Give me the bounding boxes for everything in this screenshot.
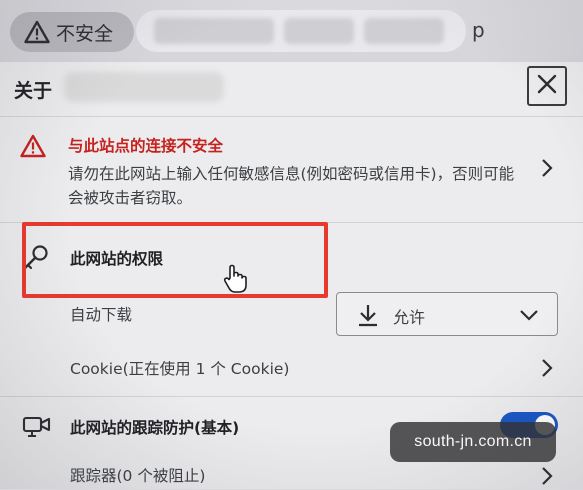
about-site-title: 关于 bbox=[14, 80, 53, 102]
trackers-item[interactable]: 跟踪器(0 个被阻止) bbox=[0, 458, 583, 489]
tracking-prevention-icon bbox=[22, 414, 52, 442]
site-permissions-label: 此网站的权限 bbox=[70, 250, 164, 268]
divider bbox=[0, 396, 583, 397]
tracking-prevention-label: 此网站的跟踪防护(基本) bbox=[70, 419, 240, 437]
connection-warning-title: 与此站点的连接不安全 bbox=[68, 137, 224, 155]
connection-warning-item[interactable]: 与此站点的连接不安全 请勿在此网站上输入任何敏感信息(例如密码或信用卡)，否则可… bbox=[0, 120, 583, 216]
warning-triangle-icon bbox=[24, 20, 50, 44]
watermark: south-jn.com.cn bbox=[390, 422, 556, 462]
hand-cursor-icon bbox=[222, 264, 248, 298]
chevron-right-icon bbox=[540, 358, 554, 382]
chevron-right-icon bbox=[540, 466, 554, 490]
connection-warning-text: 请勿在此网站上输入任何敏感信息(例如密码或信用卡)，否则可能会被攻击者窃取。 bbox=[68, 165, 515, 207]
auto-download-setting: 自动下载 允许 bbox=[0, 288, 583, 340]
site-name-blurred bbox=[64, 72, 224, 102]
security-indicator-button[interactable]: 不安全 bbox=[10, 12, 134, 52]
url-field[interactable] bbox=[136, 10, 466, 52]
watermark-text: south-jn.com.cn bbox=[414, 433, 532, 450]
chevron-right-icon bbox=[540, 158, 554, 182]
warning-triangle-icon bbox=[20, 134, 46, 162]
cookies-item[interactable]: Cookie(正在使用 1 个 Cookie) bbox=[0, 344, 583, 392]
auto-download-dropdown[interactable]: 允许 bbox=[336, 292, 558, 336]
url-suffix-text: p bbox=[472, 18, 485, 42]
download-icon bbox=[357, 303, 379, 331]
key-icon bbox=[22, 244, 50, 274]
close-icon bbox=[536, 73, 558, 99]
chevron-down-icon bbox=[519, 307, 539, 326]
site-permissions-heading: 此网站的权限 bbox=[0, 224, 583, 288]
url-blurred-part bbox=[364, 18, 444, 44]
panel-header: 关于 bbox=[0, 62, 583, 114]
security-status-text: 不安全 bbox=[56, 22, 114, 45]
auto-download-label: 自动下载 bbox=[70, 306, 133, 324]
cookies-label: Cookie(正在使用 1 个 Cookie) bbox=[70, 360, 290, 378]
url-blurred-part bbox=[154, 18, 274, 44]
auto-download-value: 允许 bbox=[393, 308, 426, 327]
close-button[interactable] bbox=[527, 66, 567, 106]
url-blurred-part bbox=[284, 18, 354, 44]
divider bbox=[0, 116, 583, 117]
divider bbox=[0, 222, 583, 223]
address-bar: 不安全 p bbox=[0, 0, 583, 62]
trackers-label: 跟踪器(0 个被阻止) bbox=[70, 467, 206, 485]
